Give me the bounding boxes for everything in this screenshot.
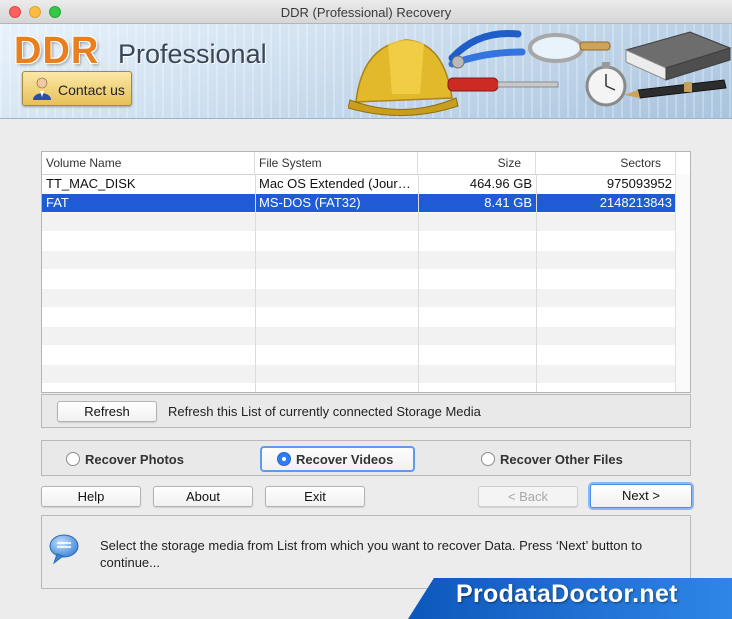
cell-volume-name: FAT xyxy=(46,195,69,210)
window-title: DDR (Professional) Recovery xyxy=(280,5,452,20)
tools-illustration xyxy=(348,30,732,117)
contact-us-button[interactable]: Contact us xyxy=(22,71,132,106)
empty-row xyxy=(42,232,676,250)
recover-photos-label: Recover Photos xyxy=(85,452,184,467)
cell-file-system: MS-DOS (FAT32) xyxy=(259,195,361,210)
watermark-text: ProdataDoctor.net xyxy=(456,580,678,608)
cell-size: 8.41 GB xyxy=(484,195,532,210)
recover-other-files-label: Recover Other Files xyxy=(500,452,623,467)
cell-sectors: 975093952 xyxy=(606,176,672,191)
radio-circle xyxy=(66,452,80,466)
instruction-message: Select the storage media from List from … xyxy=(100,538,643,570)
column-header-volume-name[interactable]: Volume Name xyxy=(42,152,255,174)
storage-media-table: Volume Name File System Size Sectors TT_… xyxy=(41,151,691,393)
next-button[interactable]: Next > xyxy=(590,484,692,508)
title-bar: DDR (Professional) Recovery xyxy=(0,0,732,24)
hard-hat-icon xyxy=(348,39,459,117)
radio-circle xyxy=(481,452,495,466)
empty-row xyxy=(42,251,676,269)
message-panel: Select the storage media from List from … xyxy=(41,515,691,589)
empty-row xyxy=(42,327,676,345)
table-row-selected[interactable]: FAT MS-DOS (FAT32) 8.41 GB 2148213843 xyxy=(42,194,676,212)
column-divider xyxy=(418,174,419,392)
stopwatch-icon xyxy=(585,62,627,107)
column-divider xyxy=(255,174,256,392)
column-header-file-system[interactable]: File System xyxy=(255,152,418,174)
column-header-sectors[interactable]: Sectors xyxy=(536,152,676,174)
empty-row xyxy=(42,213,676,231)
table-header: Volume Name File System Size Sectors xyxy=(42,152,690,175)
contact-us-label: Contact us xyxy=(58,82,125,98)
refresh-panel: Refresh Refresh this List of currently c… xyxy=(41,394,691,428)
table-row[interactable]: TT_MAC_DISK Mac OS Extended (Jour… 464.9… xyxy=(42,175,676,193)
cell-sectors: 2148213843 xyxy=(599,195,672,210)
vertical-scrollbar[interactable] xyxy=(675,174,690,392)
empty-row xyxy=(42,346,676,364)
empty-row xyxy=(42,308,676,326)
column-header-size[interactable]: Size xyxy=(418,152,536,174)
help-button[interactable]: Help xyxy=(41,486,141,507)
cell-volume-name: TT_MAC_DISK xyxy=(46,176,136,191)
recover-videos-label: Recover Videos xyxy=(296,452,394,467)
speech-bubble-icon xyxy=(49,534,79,565)
cell-file-system: Mac OS Extended (Jour… xyxy=(259,176,411,191)
back-button[interactable]: < Back xyxy=(478,486,578,507)
brand-ddr-logo: DDR xyxy=(14,30,100,72)
about-button[interactable]: About xyxy=(153,486,253,507)
exit-button[interactable]: Exit xyxy=(265,486,365,507)
column-divider xyxy=(536,174,537,392)
cell-size: 464.96 GB xyxy=(469,176,532,191)
pen-icon xyxy=(624,79,727,99)
brand-professional-logo: Professional xyxy=(118,39,267,69)
empty-row xyxy=(42,289,676,307)
magnifier-icon xyxy=(528,33,611,63)
book-icon xyxy=(624,31,732,81)
refresh-button[interactable]: Refresh xyxy=(57,401,157,422)
radio-circle-selected xyxy=(277,452,291,466)
refresh-description: Refresh this List of currently connected… xyxy=(168,404,481,419)
empty-row xyxy=(42,365,676,383)
header-banner: DDR Professional Contact us xyxy=(0,24,732,119)
person-icon xyxy=(33,77,51,100)
pliers-icon xyxy=(448,30,526,69)
screwdriver-icon xyxy=(447,77,559,92)
empty-row xyxy=(42,270,676,288)
